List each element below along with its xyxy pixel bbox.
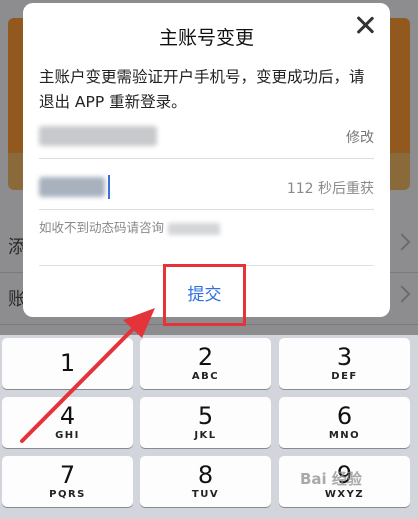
- dialog-description: 主账户变更需验证开户手机号，变更成功后，请退出 APP 重新登录。: [39, 68, 365, 111]
- key-number: 5: [197, 402, 214, 430]
- watermark: Bai 经验: [300, 470, 362, 488]
- key-letters: PQRS: [49, 489, 86, 500]
- key-letters: JKL: [194, 430, 217, 441]
- chevron-right-icon: [393, 233, 411, 251]
- chevron-right-icon: [393, 285, 411, 303]
- key-4[interactable]: 4 GHI: [2, 397, 133, 448]
- key-number: 8: [197, 461, 214, 489]
- key-1[interactable]: 1: [2, 338, 133, 389]
- key-2[interactable]: 2 ABC: [140, 338, 271, 389]
- close-icon[interactable]: [353, 13, 377, 37]
- key-number: 7: [59, 461, 76, 489]
- redacted-verification-code: [39, 177, 105, 197]
- phone-number-field[interactable]: 修改: [39, 114, 374, 159]
- modify-phone-link[interactable]: 修改: [346, 127, 374, 147]
- submit-button[interactable]: 提交: [163, 264, 246, 326]
- key-letters: ABC: [191, 371, 220, 382]
- key-3[interactable]: 3 DEF: [279, 338, 410, 389]
- verification-code-field[interactable]: 112 秒后重获: [39, 165, 374, 210]
- key-6[interactable]: 6 MNO: [279, 397, 410, 448]
- key-letters: MNO: [328, 430, 361, 441]
- text-cursor: [108, 175, 110, 199]
- numeric-keyboard: 1 2 ABC 3 DEF 4 GHI 5 JKL 6 MNO 7 PQRS 8…: [0, 335, 418, 519]
- help-text-row: 如收不到动态码请咨询: [39, 217, 221, 236]
- key-letters: TUV: [191, 489, 220, 500]
- key-number: 3: [336, 343, 353, 371]
- help-text: 如收不到动态码请咨询: [39, 220, 165, 235]
- key-number: 4: [59, 402, 76, 430]
- redacted-phone-number: [39, 126, 157, 146]
- key-7[interactable]: 7 PQRS: [2, 456, 133, 507]
- key-letters: WXYZ: [324, 489, 365, 500]
- key-8[interactable]: 8 TUV: [140, 456, 271, 507]
- key-number: 6: [336, 402, 353, 430]
- key-number: 1: [59, 349, 76, 377]
- change-primary-account-dialog: 主账号变更 主账户变更需验证开户手机号，变更成功后，请退出 APP 重新登录。 …: [23, 3, 390, 326]
- dialog-title: 主账号变更: [158, 27, 254, 49]
- key-5[interactable]: 5 JKL: [140, 397, 271, 448]
- key-letters: DEF: [331, 371, 358, 382]
- redacted-help-phone: [168, 222, 221, 235]
- key-letters: GHI: [55, 430, 80, 441]
- key-number: 2: [197, 343, 214, 371]
- resend-countdown: 112 秒后重获: [286, 181, 374, 197]
